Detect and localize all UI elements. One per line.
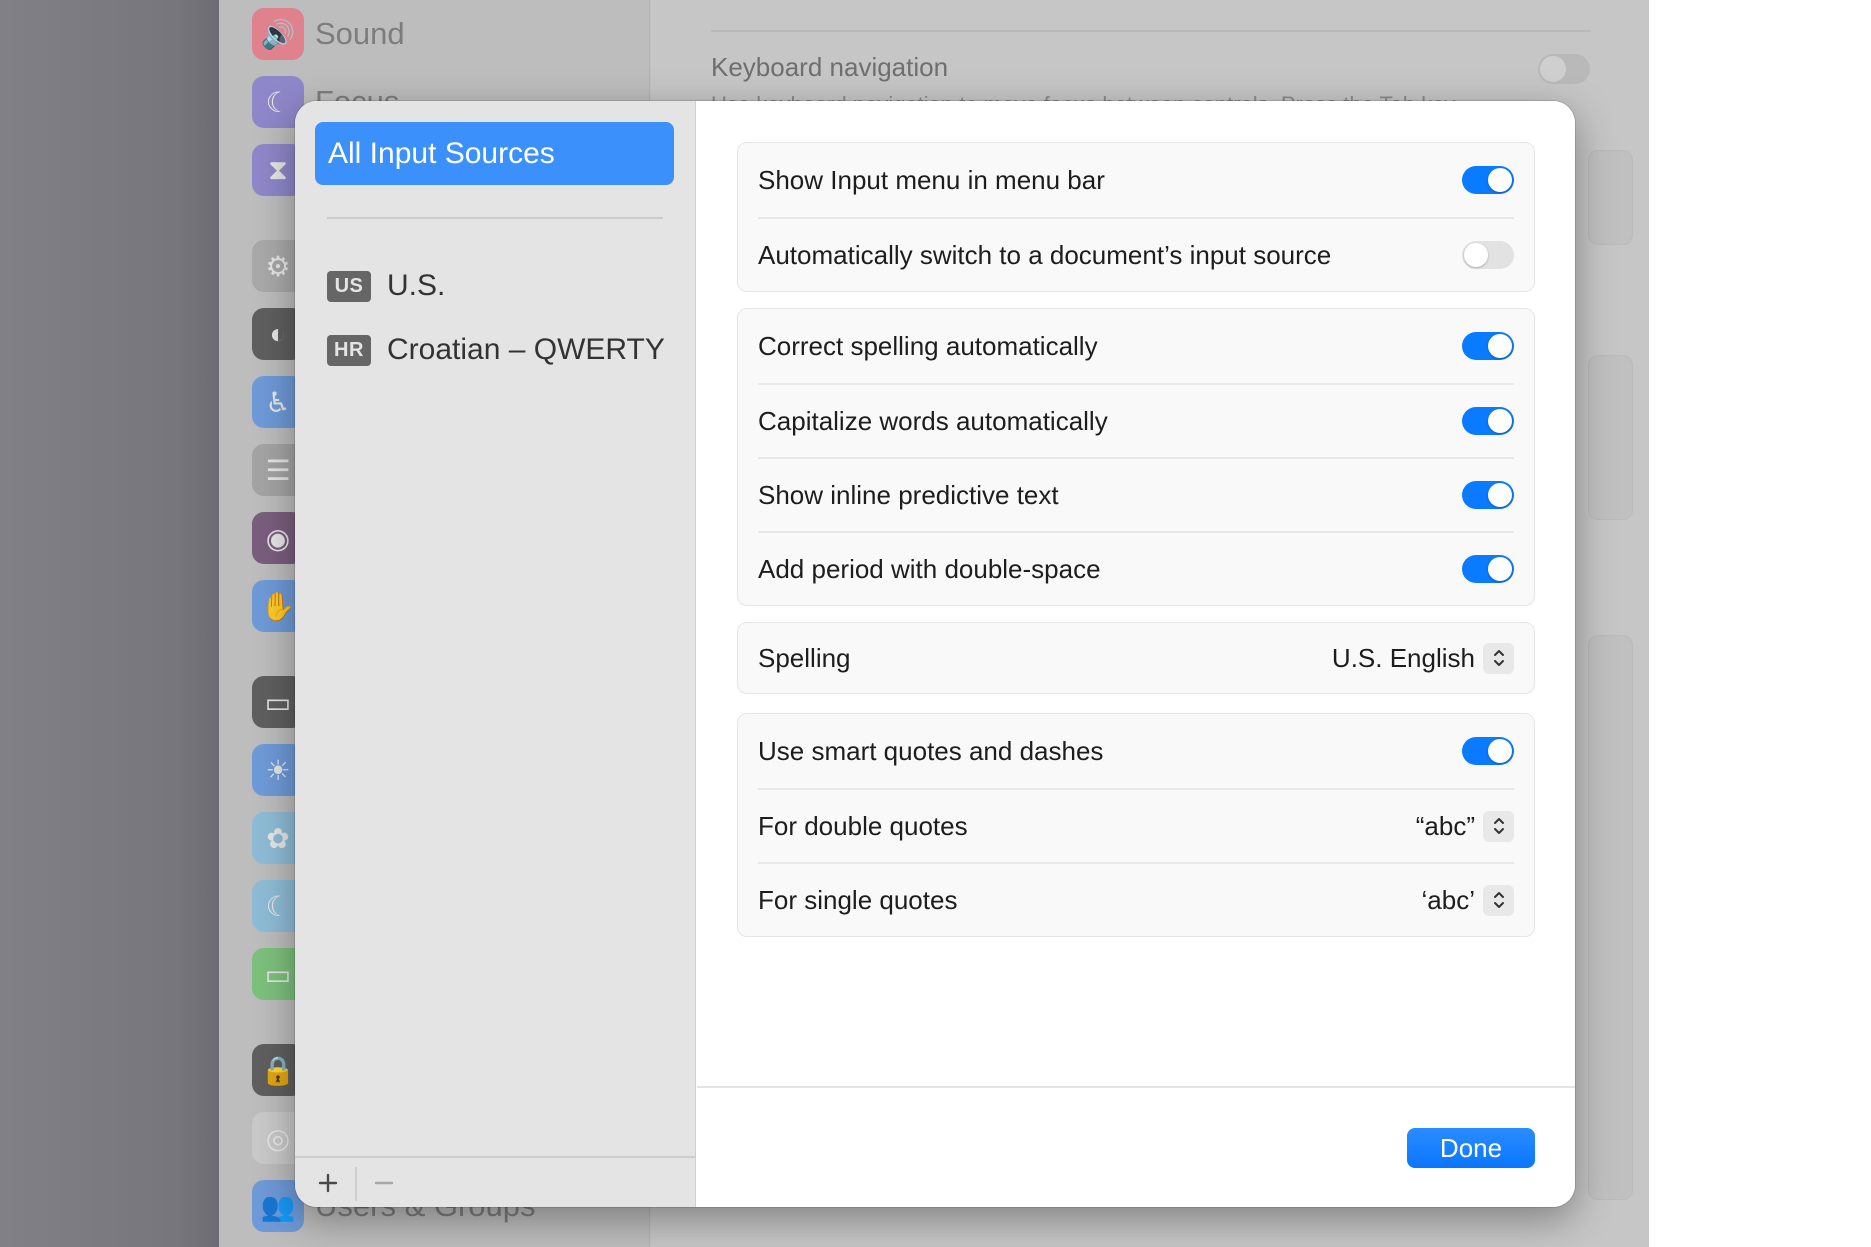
setting-toggle[interactable] [1462,241,1514,269]
setting-popup-button[interactable]: “abc” [1415,810,1514,842]
chevron-up-down-icon [1483,884,1514,916]
settings-sidebar-label: Sound [315,16,405,51]
settings-row: Capitalize words automatically [758,383,1514,457]
settings-row: For single quotes ‘abc’ [758,862,1514,936]
add-input-source-button[interactable] [308,1163,348,1203]
background-card [1588,635,1633,1200]
setting-label: Add period with double-space [758,553,1101,584]
settings-row: Correct spelling automatically [758,309,1514,383]
hr-badge-icon: HR [327,334,371,366]
settings-group: Spelling U.S. English [737,622,1535,694]
setting-label: For single quotes [758,884,958,915]
popup-value: ‘abc’ [1421,884,1475,915]
input-source-name: U.S. [387,269,446,302]
input-source-us[interactable]: US U.S. [327,266,445,306]
setting-toggle[interactable] [1462,481,1514,509]
settings-row: Add period with double-space [758,531,1514,605]
input-sources-dialog: All Input Sources US U.S. HR Croatian – … [295,101,1575,1207]
desktop-background [0,0,219,1247]
input-sources-sidebar: All Input Sources US U.S. HR Croatian – … [295,101,696,1207]
setting-toggle[interactable] [1462,166,1514,194]
settings-group: Show Input menu in menu bar Automatically… [737,142,1535,292]
sidebar-divider [327,217,663,219]
keyboard-navigation-label: Keyboard navigation [711,52,949,82]
settings-row: Show inline predictive text [758,457,1514,531]
minus-icon [374,1181,394,1185]
chevron-up-down-icon [1483,642,1514,674]
all-input-sources-item[interactable]: All Input Sources [315,122,674,185]
input-source-croatian[interactable]: HR Croatian – QWERTY [327,330,665,370]
remove-input-source-button[interactable] [364,1163,404,1203]
input-settings-pane: Show Input menu in menu bar Automatically… [697,101,1575,1207]
input-source-name: Croatian – QWERTY [387,333,665,366]
divider [711,30,1591,32]
setting-label: Use smart quotes and dashes [758,735,1104,766]
plus-icon [318,1173,338,1193]
settings-group: Correct spelling automatically Capitalize… [737,308,1535,606]
done-button[interactable]: Done [1407,1128,1535,1168]
setting-toggle[interactable] [1462,407,1514,435]
sidebar-bottom-divider [295,1156,695,1158]
chevron-up-down-icon [1483,810,1514,842]
setting-popup-button[interactable]: ‘abc’ [1421,884,1514,916]
setting-label: Show Input menu in menu bar [758,164,1105,195]
setting-toggle[interactable] [1462,737,1514,765]
settings-row: Automatically switch to a document’s inp… [758,217,1514,291]
button-separator [355,1167,357,1201]
settings-row: Show Input menu in menu bar [758,143,1514,217]
setting-toggle[interactable] [1462,332,1514,360]
settings-row: For double quotes “abc” [758,788,1514,862]
setting-toggle[interactable] [1462,555,1514,583]
setting-popup-button[interactable]: U.S. English [1331,642,1514,674]
setting-label: Show inline predictive text [758,479,1059,510]
background-card [1588,150,1633,245]
popup-value: “abc” [1415,810,1475,841]
settings-row: Spelling U.S. English [758,623,1514,693]
us-badge-icon: US [327,270,371,302]
keyboard-navigation-toggle [1538,54,1590,84]
popup-value: U.S. English [1331,642,1475,673]
speaker-icon: 🔊 [252,8,304,60]
settings-row: Use smart quotes and dashes [758,714,1514,788]
setting-label: Correct spelling automatically [758,330,1098,361]
settings-group: Use smart quotes and dashes For double qu… [737,713,1535,937]
background-card [1588,355,1633,520]
desktop-blank-area [1649,0,1871,1247]
setting-label: Capitalize words automatically [758,405,1108,436]
footer-divider [697,1086,1575,1088]
setting-label: Automatically switch to a document’s inp… [758,239,1332,270]
setting-label: Spelling [758,642,851,673]
setting-label: For double quotes [758,810,968,841]
